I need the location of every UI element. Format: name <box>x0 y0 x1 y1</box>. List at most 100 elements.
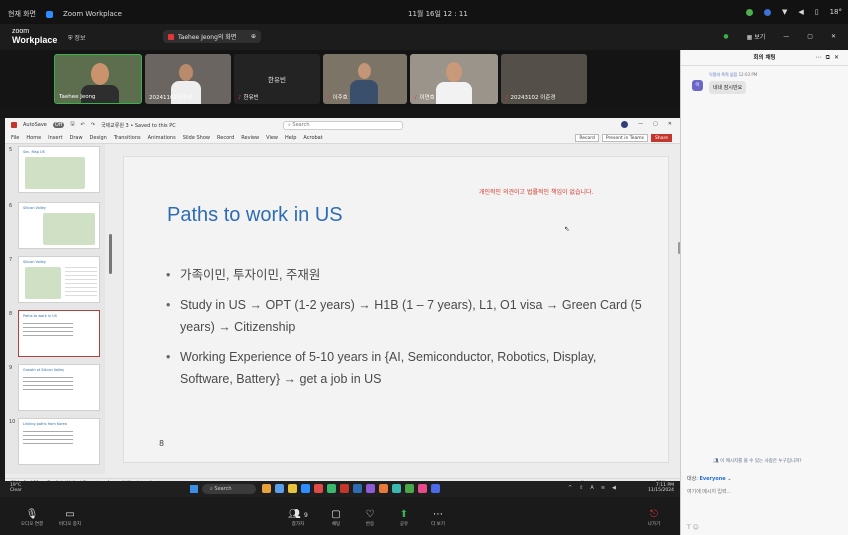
os-item-zoom[interactable]: Zoom Workplace <box>63 10 122 18</box>
menu-slide-show[interactable]: Slide Show <box>183 135 210 141</box>
slide-thumbnail[interactable]: 9 Growth of Silicon Valley <box>9 364 100 411</box>
meeting-chat-panel: 회의 채팅 ⋯⧉✕ 익명의 목적 없음 12:03 PM 이 네네 잠시만요 👥… <box>680 50 848 535</box>
participants-button[interactable]: 👥︎ 9 참가자 <box>284 509 312 527</box>
ppt-minimize-icon[interactable]: — <box>638 121 643 128</box>
tray-wifi-icon[interactable]: ≋ <box>601 485 605 491</box>
ppt-share-button[interactable]: Share <box>651 134 672 142</box>
video-button[interactable]: ▭ 비디오 중지 <box>56 509 84 527</box>
taskbar-app-icon[interactable] <box>327 484 336 493</box>
participant-tile[interactable]: ♪ 20243102 이준경 <box>501 54 587 104</box>
leave-button[interactable]: ⎋ 나가기 <box>640 509 668 527</box>
menu-animations[interactable]: Animations <box>148 135 176 141</box>
taskbar-app-icon[interactable] <box>405 484 414 493</box>
tray-chevron-icon[interactable]: ^ <box>568 485 572 491</box>
menu-transitions[interactable]: Transitions <box>114 135 141 141</box>
windows-taskbar: 19°C Clear ⌕ Search ^ ⇧ A ≋ ◀ 7:11 PM 11… <box>0 481 680 497</box>
menu-design[interactable]: Design <box>90 135 107 141</box>
slide-thumbnail[interactable]: 7 Silicon Valley <box>9 256 100 303</box>
participant-tile[interactable]: Taehee Jeong <box>54 54 142 104</box>
who-can-see-link[interactable]: 👥︎ 이 메시지를 볼 수 있는 사람은 누구입니까? <box>713 458 802 464</box>
restore-icon[interactable]: ▢ <box>807 33 813 40</box>
format-icon[interactable]: T <box>687 524 691 531</box>
taskbar-app-icon[interactable] <box>392 484 401 493</box>
redo-icon[interactable]: ↷ <box>91 122 95 128</box>
present-in-teams-button[interactable]: Present in Teams <box>601 134 648 142</box>
ppt-restore-icon[interactable]: ▢ <box>653 121 658 128</box>
share-button[interactable]: ⬆ 공유 <box>390 509 418 527</box>
taskbar-app-icon[interactable] <box>275 484 284 493</box>
share-indicator[interactable]: Taehee Jeong의 화면 ⊕ <box>163 30 261 43</box>
recipient-selector[interactable]: 대상: Everyone ⌄ <box>687 475 731 482</box>
slide-thumbnail[interactable]: 6 Silicon Valley <box>9 202 100 249</box>
video-icon: ▭ <box>65 509 75 520</box>
chat-message-input[interactable] <box>687 486 843 498</box>
ribbon-record-button[interactable]: Record <box>575 134 599 142</box>
menu-record[interactable]: Record <box>217 135 234 141</box>
recipient-value[interactable]: Everyone <box>699 476 725 482</box>
document-title[interactable]: 국제교류원 3 • Saved to this PC <box>101 122 176 129</box>
menu-file[interactable]: File <box>11 135 19 141</box>
slide-thumbnail-selected[interactable]: 8 Paths to work in US <box>9 310 100 357</box>
autosave-label: AutoSave <box>23 122 47 128</box>
taskbar-clock[interactable]: 7:11 PM 11/15/2024 <box>648 483 674 493</box>
menu-view[interactable]: View <box>266 135 278 141</box>
more-button[interactable]: ⋯ 더 보기 <box>424 509 452 527</box>
weather-widget[interactable]: 19°C Clear <box>10 483 22 493</box>
user-avatar[interactable] <box>621 121 629 128</box>
chat-close-icon[interactable]: ✕ <box>834 54 843 61</box>
taskbar-app-icon[interactable] <box>366 484 375 493</box>
slide-page-number: 8 <box>159 439 165 448</box>
taskbar-app-icon[interactable] <box>418 484 427 493</box>
participant-tile[interactable]: ♪ 이주호 <box>323 54 407 104</box>
taskbar-app-icon[interactable] <box>288 484 297 493</box>
ppt-search-input[interactable]: ⌕ Search <box>283 121 403 130</box>
message-sender[interactable]: 익명의 목적 없음 <box>709 72 737 77</box>
zoom-control-bar: 🎙︎ 오디오 연결 ▭ 비디오 중지 👥︎ 9 참가자 ▢ 채팅 ♡ 반응 ⬆ … <box>0 505 680 535</box>
leave-icon: ⎋ <box>650 509 658 520</box>
save-icon[interactable]: 🖫 <box>70 121 74 129</box>
menu-home[interactable]: Home <box>26 135 41 141</box>
taskbar-app-icon[interactable] <box>262 484 271 493</box>
ime-icon[interactable]: A <box>590 485 593 491</box>
close-icon[interactable]: ✕ <box>831 33 836 40</box>
os-top-bar: 현재 화면 Zoom Workplace 11월 16일 12 : 11 ▼ ◀… <box>0 0 848 24</box>
taskbar-app-icon[interactable] <box>431 484 440 493</box>
taskbar-app-icon[interactable] <box>379 484 388 493</box>
menu-review[interactable]: Review <box>241 135 259 141</box>
taskbar-app-icon[interactable] <box>314 484 323 493</box>
powerpoint-icon <box>11 122 17 128</box>
os-item-current-screen[interactable]: 현재 화면 <box>8 9 36 19</box>
menu-insert[interactable]: Insert <box>48 135 62 141</box>
mic-muted-icon: ♪ <box>414 95 418 101</box>
slide-canvas[interactable]: 개인적인 의견이고 법률적인 책임이 없습니다. Paths to work i… <box>123 156 669 463</box>
minimize-icon[interactable]: — <box>783 33 789 40</box>
audio-button[interactable]: 🎙︎ 오디오 연결 <box>18 509 46 527</box>
autosave-toggle[interactable]: Off <box>52 122 65 128</box>
participant-tile[interactable]: 20241101이주영 <box>145 54 231 104</box>
meeting-info[interactable]: ⛨ 정보 <box>68 33 85 43</box>
chat-button[interactable]: ▢ 채팅 <box>322 509 350 527</box>
taskbar-app-icon[interactable] <box>301 484 310 493</box>
menu-draw[interactable]: Draw <box>69 135 82 141</box>
taskbar-app-icon[interactable] <box>340 484 349 493</box>
tray-sound-icon[interactable]: ◀ <box>612 485 616 491</box>
taskbar-search-input[interactable]: ⌕ Search <box>202 484 256 494</box>
undo-icon[interactable]: ↶ <box>81 122 85 128</box>
menu-help[interactable]: Help <box>285 135 296 141</box>
participant-tile[interactable]: 한유빈 ♪ 한유빈 <box>234 54 320 104</box>
react-button[interactable]: ♡ 반응 <box>356 509 384 527</box>
chat-more-icon[interactable]: ⋯ <box>816 54 826 61</box>
participant-tile[interactable]: ♪ 이연호 <box>410 54 498 104</box>
windows-start-icon[interactable] <box>190 485 198 493</box>
emoji-icon[interactable]: ☺ <box>693 524 699 531</box>
expand-icon: ⊕ <box>250 33 256 40</box>
menu-acrobat[interactable]: Acrobat <box>303 135 322 141</box>
ppt-close-icon[interactable]: ✕ <box>668 121 672 128</box>
slide-thumbnail[interactable]: 5 Sec. Map US <box>9 146 100 193</box>
pane-scrollbar[interactable] <box>109 234 112 274</box>
slide-thumbnail[interactable]: 10 Linking paths from Korea <box>9 418 100 465</box>
popout-icon[interactable]: ⧉ <box>826 54 834 61</box>
tray-upload-icon[interactable]: ⇧ <box>579 485 583 491</box>
view-button[interactable]: ▦ 보기 <box>747 32 766 41</box>
taskbar-app-icon[interactable] <box>353 484 362 493</box>
